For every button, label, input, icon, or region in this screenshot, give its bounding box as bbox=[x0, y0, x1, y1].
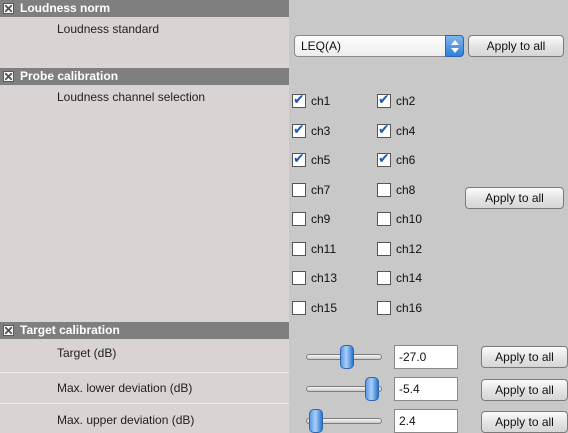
header-filler bbox=[289, 68, 568, 85]
checkbox-label-ch8[interactable]: ch8 bbox=[396, 183, 415, 197]
checkbox-ch5[interactable] bbox=[292, 151, 306, 167]
checkbox-label-ch7[interactable]: ch7 bbox=[311, 183, 330, 197]
row-divider bbox=[0, 372, 289, 373]
target-input[interactable]: -27.0 bbox=[394, 345, 458, 369]
apply-to-all-button-standard[interactable]: Apply to all bbox=[468, 35, 564, 57]
max-upper-slider-thumb[interactable] bbox=[309, 409, 323, 433]
section-header-target-calibration[interactable]: Target calibration bbox=[0, 322, 289, 339]
checkbox-ch4[interactable] bbox=[377, 122, 391, 138]
checkbox-label-ch5[interactable]: ch5 bbox=[311, 153, 330, 167]
checkbox-label-ch15[interactable]: ch15 bbox=[311, 301, 337, 315]
checkbox-ch12[interactable] bbox=[377, 242, 391, 256]
apply-to-all-button-target[interactable]: Apply to all bbox=[481, 346, 568, 368]
section-header-loudness-norm[interactable]: Loudness norm bbox=[0, 0, 289, 17]
max-lower-label: Max. lower deviation (dB) bbox=[57, 381, 193, 395]
checkbox-ch7[interactable] bbox=[292, 183, 306, 197]
checkbox-ch2[interactable] bbox=[377, 92, 391, 108]
checkbox-ch13[interactable] bbox=[292, 271, 306, 285]
checkbox-ch16[interactable] bbox=[377, 301, 391, 315]
max-upper-label: Max. upper deviation (dB) bbox=[57, 413, 195, 427]
max-upper-input[interactable]: 2.4 bbox=[394, 409, 458, 433]
checkbox-label-ch3[interactable]: ch3 bbox=[311, 124, 330, 138]
max-lower-slider-thumb[interactable] bbox=[365, 377, 379, 401]
target-slider-thumb[interactable] bbox=[340, 345, 354, 369]
checkbox-ch11[interactable] bbox=[292, 242, 306, 256]
checkbox-label-ch11[interactable]: ch11 bbox=[311, 242, 336, 256]
collapse-checkbox-icon[interactable] bbox=[3, 3, 14, 14]
label-pane bbox=[0, 0, 289, 433]
loudness-standard-value: LEQ(A) bbox=[301, 39, 342, 53]
checkbox-label-ch6[interactable]: ch6 bbox=[396, 153, 415, 167]
checkbox-label-ch10[interactable]: ch10 bbox=[396, 212, 422, 226]
apply-to-all-button-channels[interactable]: Apply to all bbox=[465, 187, 564, 209]
apply-to-all-button-max-lower[interactable]: Apply to all bbox=[481, 379, 568, 401]
header-filler bbox=[289, 0, 568, 17]
section-header-probe-calibration[interactable]: Probe calibration bbox=[0, 68, 289, 85]
header-filler bbox=[289, 322, 568, 339]
checkbox-ch10[interactable] bbox=[377, 212, 391, 226]
checkbox-ch3[interactable] bbox=[292, 122, 306, 138]
checkbox-ch14[interactable] bbox=[377, 271, 391, 285]
checkbox-label-ch12[interactable]: ch12 bbox=[396, 242, 422, 256]
checkbox-ch9[interactable] bbox=[292, 212, 306, 226]
apply-to-all-button-max-upper[interactable]: Apply to all bbox=[481, 411, 568, 433]
checkbox-ch8[interactable] bbox=[377, 183, 391, 197]
max-lower-input[interactable]: -5.4 bbox=[394, 377, 458, 401]
checkbox-label-ch9[interactable]: ch9 bbox=[311, 212, 330, 226]
loudness-standard-label: Loudness standard bbox=[57, 22, 160, 36]
checkbox-label-ch2[interactable]: ch2 bbox=[396, 94, 415, 108]
checkbox-ch1[interactable] bbox=[292, 92, 306, 108]
checkbox-label-ch4[interactable]: ch4 bbox=[396, 124, 415, 138]
checkbox-label-ch13[interactable]: ch13 bbox=[311, 271, 337, 285]
channel-selection-label: Loudness channel selection bbox=[57, 90, 206, 104]
loudness-standard-select[interactable]: LEQ(A) bbox=[294, 35, 464, 57]
checkbox-ch6[interactable] bbox=[377, 151, 391, 167]
row-divider bbox=[0, 403, 289, 404]
checkbox-ch15[interactable] bbox=[292, 301, 306, 315]
checkbox-label-ch1[interactable]: ch1 bbox=[311, 94, 330, 108]
checkbox-label-ch16[interactable]: ch16 bbox=[396, 301, 422, 315]
section-title: Loudness norm bbox=[20, 1, 111, 15]
select-stepper-icon[interactable] bbox=[445, 35, 464, 57]
target-label: Target (dB) bbox=[57, 346, 117, 360]
section-title: Probe calibration bbox=[20, 69, 119, 83]
section-title: Target calibration bbox=[20, 323, 120, 337]
checkbox-label-ch14[interactable]: ch14 bbox=[396, 271, 422, 285]
collapse-checkbox-icon[interactable] bbox=[3, 325, 14, 336]
collapse-checkbox-icon[interactable] bbox=[3, 71, 14, 82]
